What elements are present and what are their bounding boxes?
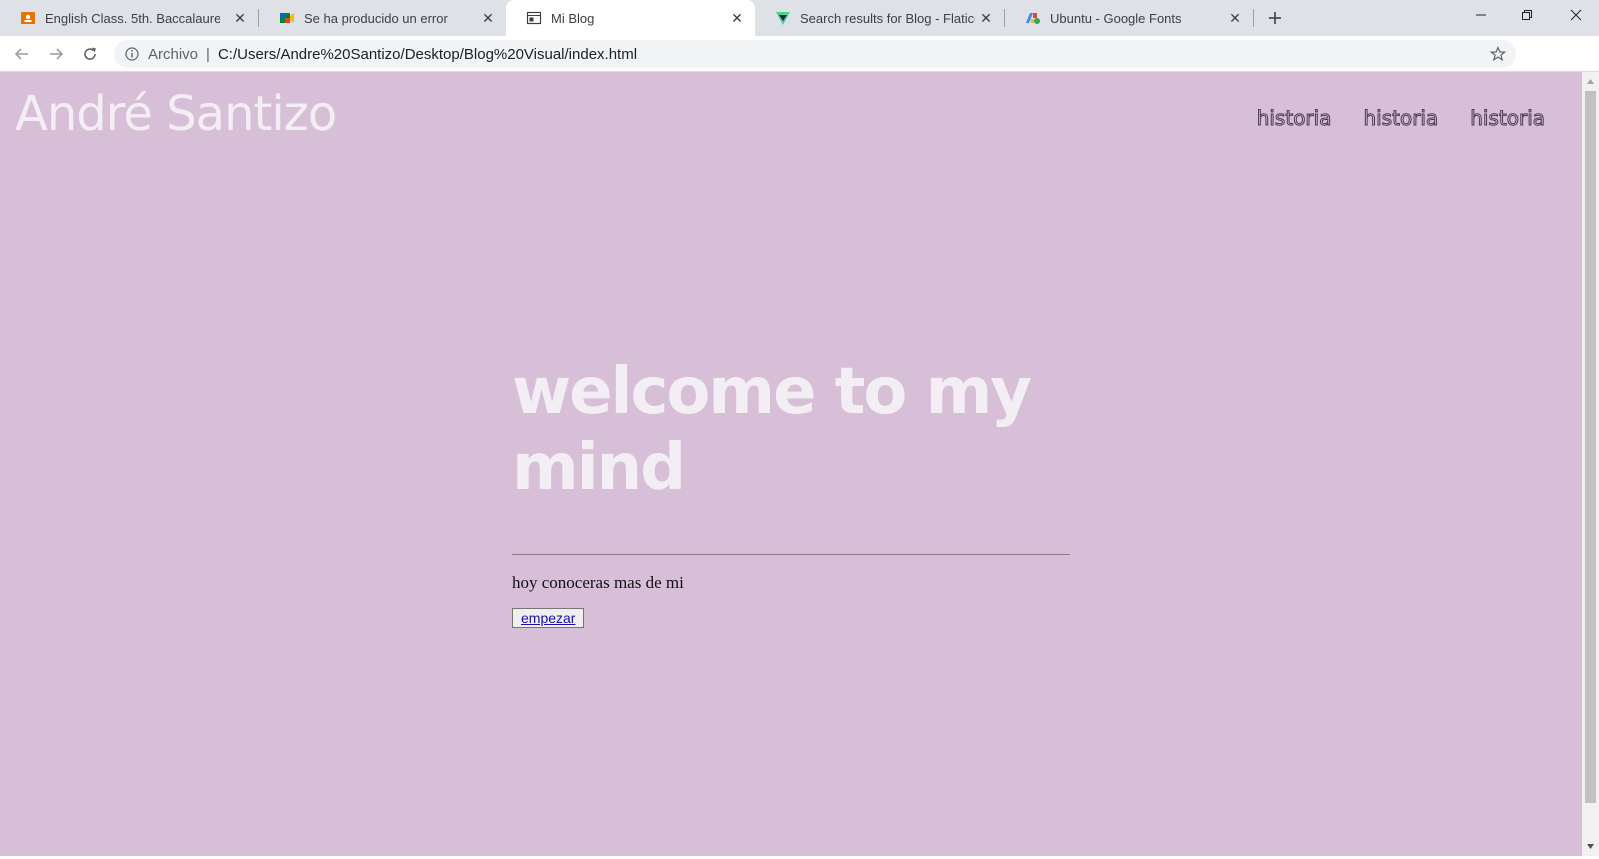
address-url[interactable]: C:/Users/Andre%20Santizo/Desktop/Blog%20… [218,46,637,63]
info-icon[interactable] [124,46,140,62]
site-title: André Santizo [15,86,337,142]
tab-english-class[interactable]: English Class. 5th. Baccalaureate ✕ [0,0,258,36]
nav-link-historia-2[interactable]: historia [1363,106,1439,131]
tab-label: Se ha producido un error [304,10,448,26]
start-button[interactable]: empezar [512,608,585,628]
tab-mi-blog[interactable]: Mi Blog ✕ [506,0,755,36]
nav-link-historia-3[interactable]: historia [1470,106,1546,131]
start-link[interactable]: empezar [521,610,575,626]
close-icon[interactable]: ✕ [1227,10,1243,26]
flaticon-icon [775,10,791,26]
address-scheme: Archivo [148,45,199,63]
hero-divider [512,554,1070,555]
address-bar[interactable]: Archivo | C:/Users/Andre%20Santizo/Deskt… [114,40,1516,68]
scroll-up-arrow-icon[interactable] [1587,78,1594,85]
address-divider: | [206,45,210,63]
tab-flaticon[interactable]: Search results for Blog - Flaticon ✕ [755,0,1004,36]
new-tab-button[interactable] [1264,7,1286,29]
minimize-icon [1476,14,1486,16]
close-icon[interactable]: ✕ [232,10,248,26]
reload-button[interactable] [76,40,104,68]
close-icon [1570,9,1582,21]
google-fonts-icon [1025,10,1041,26]
minimize-button[interactable] [1458,0,1504,30]
restore-icon [1522,10,1532,20]
scrollbar-thumb[interactable] [1585,91,1596,803]
plus-icon [1269,12,1281,24]
close-icon[interactable]: ✕ [729,10,745,26]
classroom-icon [20,10,36,26]
back-button[interactable] [8,40,36,68]
tab-label: Ubuntu - Google Fonts [1050,10,1182,26]
meet-icon [279,10,295,26]
tab-label: English Class. 5th. Baccalaureate [45,10,220,26]
close-icon[interactable]: ✕ [978,10,994,26]
tab-strip: English Class. 5th. Baccalaureate ✕ Se h… [0,0,1599,36]
blog-page-icon [526,10,542,26]
browser-toolbar: Archivo | C:/Users/Andre%20Santizo/Deskt… [0,36,1599,102]
page-viewport: André Santizo historia historia historia… [0,72,1582,856]
tab-separator [1253,9,1254,27]
vertical-scrollbar[interactable] [1582,72,1599,856]
hero-section: welcome to my mind hoy conoceras mas de … [512,354,1070,628]
reload-icon [84,47,96,60]
tab-label: Mi Blog [551,10,595,26]
tab-google-fonts[interactable]: Ubuntu - Google Fonts ✕ [1005,0,1253,36]
close-window-button[interactable] [1553,0,1599,30]
restore-button[interactable] [1504,0,1550,30]
nav-link-historia-1[interactable]: historia [1256,106,1332,131]
arrow-left-icon [14,48,28,60]
tab-error[interactable]: Se ha producido un error ✕ [259,0,506,36]
hero-subtitle: hoy conoceras mas de mi [512,573,684,592]
close-icon[interactable]: ✕ [480,10,496,26]
site-nav: historia historia historia [1256,106,1546,131]
forward-button[interactable] [42,40,70,68]
hero-heading: welcome to my mind [512,355,1032,505]
scroll-down-arrow-icon[interactable] [1587,843,1594,850]
arrow-right-icon [50,48,64,60]
bookmark-star-icon[interactable] [1489,45,1507,62]
tab-label: Search results for Blog - Flaticon [800,10,975,26]
